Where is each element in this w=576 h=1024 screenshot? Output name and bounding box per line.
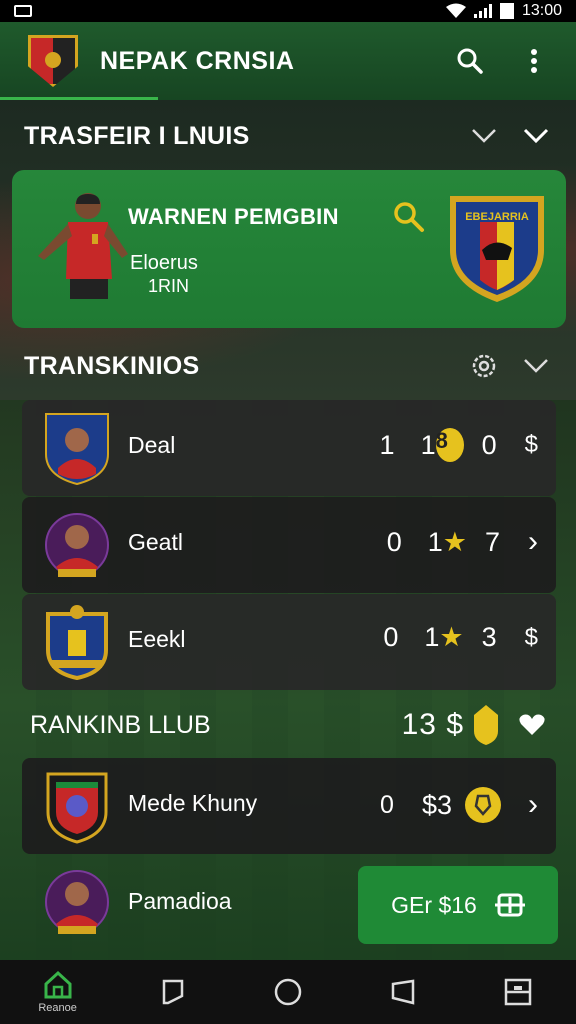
more-vertical-icon xyxy=(531,49,537,73)
transaction-row[interactable]: Geatl 0 1 ★ 7 › xyxy=(22,497,556,593)
app-title: NEPAK CRNSIA xyxy=(100,46,295,75)
transfer-section-title: TRASFEIR I LNUIS xyxy=(24,121,250,150)
nav-home[interactable]: Reanoe xyxy=(18,962,98,1022)
nav-home-label: Reanoe xyxy=(38,1002,77,1014)
expand-button[interactable] xyxy=(520,120,552,152)
home-icon xyxy=(44,970,72,999)
player-image xyxy=(38,193,128,299)
coin-icon: 8 xyxy=(435,428,464,462)
transaction-row[interactable]: Eeekl 0 1 ★ 3 $ xyxy=(22,594,556,690)
app-bar: NEPAK CRNSIA xyxy=(0,22,576,100)
club-badge-text: EBEJARRIA xyxy=(465,211,529,223)
transaction-values: 0 1 ★ 3 $ xyxy=(383,622,538,652)
featured-player-club: Eloerus xyxy=(130,252,198,274)
chevron-down-icon xyxy=(524,359,548,373)
get-button[interactable]: GEr $16 xyxy=(358,866,558,944)
menu-box-icon xyxy=(505,978,532,1006)
coin-icon xyxy=(465,787,501,823)
search-button[interactable] xyxy=(450,41,490,81)
status-bar: 13:00 xyxy=(0,0,576,22)
club-badge: EBEJARRIA xyxy=(450,196,544,302)
heart-icon[interactable] xyxy=(518,713,546,737)
transfer-icon xyxy=(494,893,525,917)
search-icon[interactable] xyxy=(392,200,426,234)
more-button[interactable] xyxy=(514,41,554,81)
circle-icon xyxy=(274,978,302,1006)
bottom-navigation: Reanoe xyxy=(0,960,576,1024)
featured-player-meta: 1RIN xyxy=(148,276,190,296)
club-name: Mede Khuny xyxy=(128,790,258,816)
get-button-label: GEr $16 xyxy=(391,891,477,918)
club-crest-avatar xyxy=(46,605,108,680)
ranking-title: RANKINB LLUB xyxy=(30,710,211,739)
wifi-icon xyxy=(445,3,466,18)
star-icon: ★ xyxy=(442,526,467,557)
transactions-section-title: TRANSKINIOS xyxy=(24,351,200,380)
active-tab-indicator xyxy=(0,97,158,100)
transactions-section-header: TRANSKINIOS xyxy=(0,336,576,396)
chevron-down-icon xyxy=(472,129,496,143)
expand-transactions-button[interactable] xyxy=(520,350,552,382)
transaction-label: Eeekl xyxy=(128,626,186,652)
featured-transfer-card[interactable]: WARNEN PEMGBIN Eloerus 1RIN EBEJARRIA xyxy=(12,170,566,328)
signal-icon xyxy=(473,4,492,18)
chevron-down-icon xyxy=(523,128,549,144)
clock: 13:00 xyxy=(521,2,562,19)
settings-button[interactable] xyxy=(468,350,500,382)
gear-icon xyxy=(472,354,496,378)
player-avatar xyxy=(45,870,109,934)
filter-toggle-button[interactable] xyxy=(468,120,500,152)
nav-home-circle[interactable] xyxy=(248,962,328,1022)
player-avatar xyxy=(45,513,109,577)
transaction-label: Geatl xyxy=(128,529,183,555)
transaction-label: Deal xyxy=(128,432,176,458)
search-icon xyxy=(457,48,483,74)
nav-messages[interactable] xyxy=(133,962,213,1022)
star-icon: ★ xyxy=(439,622,464,652)
transaction-row[interactable]: Deal 1 1 8 0 $ xyxy=(22,400,556,496)
ranking-club-header: RANKINB LLUB 13 $ xyxy=(0,694,576,756)
transaction-values: 0 1 ★ 7 › xyxy=(386,525,538,558)
club-crest-avatar xyxy=(46,772,108,844)
shield-icon xyxy=(474,705,498,745)
nav-menu[interactable] xyxy=(478,962,558,1022)
club-name: Pamadioa xyxy=(128,888,232,914)
player-avatar xyxy=(45,413,109,486)
notification-icon xyxy=(14,5,32,17)
club-logo xyxy=(28,35,78,87)
featured-player-name: WARNEN PEMGBIN xyxy=(128,204,339,229)
transfer-section-header: TRASFEIR I LNUIS xyxy=(0,106,576,166)
club-row[interactable]: Pamadioa xyxy=(22,858,352,950)
club-values: 0 $3 › xyxy=(380,786,538,824)
ranking-count: 13 $ xyxy=(401,708,464,741)
battery-icon xyxy=(499,3,514,19)
nav-back[interactable] xyxy=(363,962,443,1022)
bookmark-icon xyxy=(162,979,184,1005)
transaction-values: 1 1 8 0 $ xyxy=(380,428,538,462)
club-row[interactable]: Mede Khuny 0 $3 › xyxy=(22,758,556,854)
back-triangle-icon xyxy=(391,979,415,1005)
